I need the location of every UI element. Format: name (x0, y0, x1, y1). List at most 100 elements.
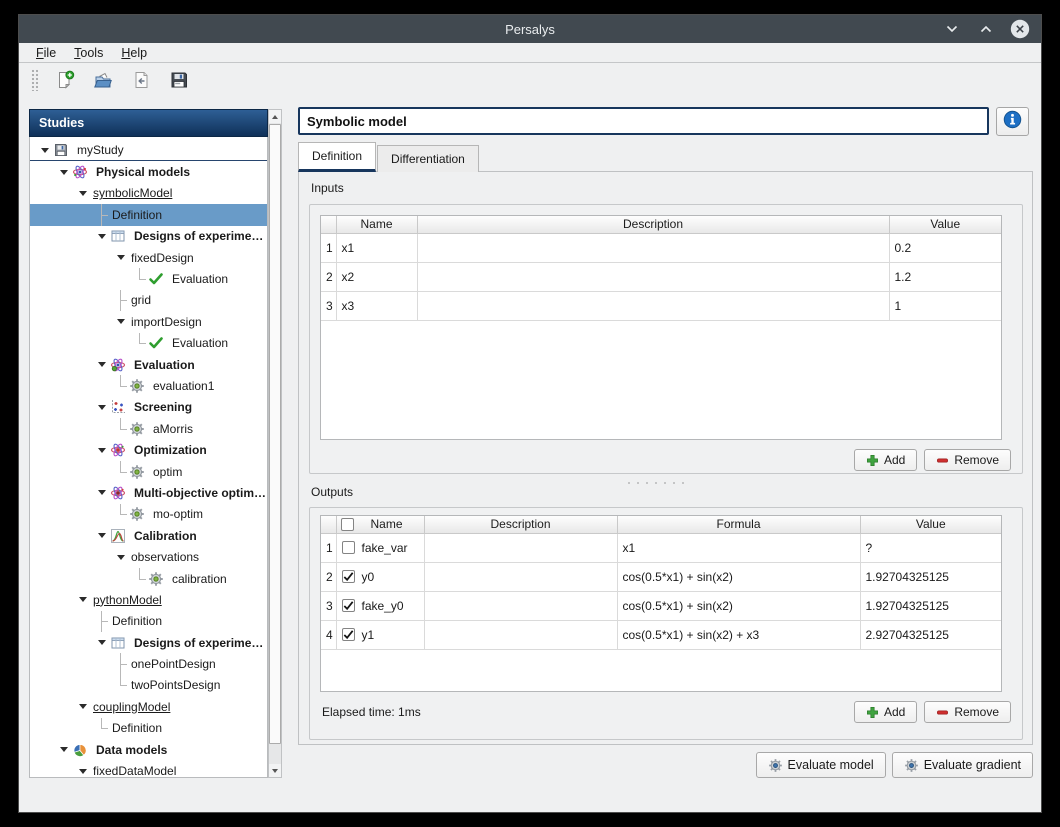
import-script-button[interactable] (128, 67, 154, 93)
tree-item-optim[interactable]: optim (30, 461, 267, 482)
tree-item-data-models[interactable]: Data models (30, 739, 267, 760)
tree-item-onepointdesign[interactable]: onePointDesign (30, 653, 267, 674)
tree-item-multi-objective-optim[interactable]: Multi-objective optim… (30, 482, 267, 503)
input-value-cell[interactable]: 1.2 (889, 262, 1001, 291)
output-checkbox[interactable] (342, 628, 355, 641)
tree-item-symbolicmodel[interactable]: symbolicModel (30, 183, 267, 204)
close-button[interactable] (1009, 18, 1031, 40)
tree-item-observations[interactable]: observations (30, 546, 267, 567)
tree-item-calibration[interactable]: calibration (30, 568, 267, 589)
outputs-add-button[interactable]: Add (854, 701, 917, 723)
tree-scrollbar[interactable] (268, 109, 282, 778)
minimize-button[interactable] (941, 18, 963, 40)
tree-item-pythonmodel[interactable]: pythonModel (30, 589, 267, 610)
input-name-cell[interactable]: x2 (336, 262, 417, 291)
input-description-cell[interactable] (417, 291, 889, 320)
tree-item-evaluation[interactable]: Evaluation (30, 268, 267, 289)
output-formula-cell[interactable]: x1 (617, 533, 860, 562)
tree-item-calibration[interactable]: Calibration (30, 525, 267, 546)
output-value-cell[interactable]: 1.92704325125 (860, 562, 1001, 591)
output-value-cell[interactable]: 2.92704325125 (860, 620, 1001, 649)
info-button[interactable] (996, 107, 1029, 136)
tree-item-couplingmodel[interactable]: couplingModel (30, 696, 267, 717)
tree-item-evaluation1[interactable]: evaluation1 (30, 375, 267, 396)
input-value-cell[interactable]: 0.2 (889, 233, 1001, 262)
tree-item-fixeddesign[interactable]: fixedDesign (30, 247, 267, 268)
output-value-cell[interactable]: ? (860, 533, 1001, 562)
scroll-thumb[interactable] (269, 124, 281, 744)
output-checkbox[interactable] (341, 518, 354, 531)
output-description-cell[interactable] (424, 620, 617, 649)
output-checkbox[interactable] (342, 570, 355, 583)
output-description-cell[interactable] (424, 591, 617, 620)
expander-icon[interactable] (76, 183, 90, 204)
tree-item-designs-of-experime[interactable]: Designs of experime… (30, 226, 267, 247)
new-study-button[interactable] (52, 67, 78, 93)
expander-icon[interactable] (95, 525, 109, 546)
tree-item-optimization[interactable]: Optimization (30, 439, 267, 460)
output-name-cell[interactable]: y1 (336, 620, 424, 649)
expander-icon[interactable] (114, 311, 128, 332)
output-value-cell[interactable]: 1.92704325125 (860, 591, 1001, 620)
open-study-button[interactable] (90, 67, 116, 93)
output-checkbox[interactable] (342, 541, 355, 554)
tree-item-importdesign[interactable]: importDesign (30, 311, 267, 332)
tree-item-mo-optim[interactable]: mo-optim (30, 504, 267, 525)
expander-icon[interactable] (57, 739, 71, 760)
tree-item-definition[interactable]: Definition (30, 204, 267, 225)
output-formula-cell[interactable]: cos(0.5*x1) + sin(x2) (617, 591, 860, 620)
evaluate-gradient-button[interactable]: Evaluate gradient (892, 752, 1033, 778)
expander-icon[interactable] (95, 354, 109, 375)
toolbar-drag-handle[interactable] (31, 69, 38, 91)
evaluate-model-button[interactable]: Evaluate model (756, 752, 886, 778)
tree-item-screening[interactable]: Screening (30, 397, 267, 418)
inputs-remove-button[interactable]: Remove (924, 449, 1011, 471)
output-name-cell[interactable]: fake_y0 (336, 591, 424, 620)
input-description-cell[interactable] (417, 233, 889, 262)
expander-icon[interactable] (95, 439, 109, 460)
tree-item-amorris[interactable]: aMorris (30, 418, 267, 439)
tab-definition[interactable]: Definition (298, 142, 376, 172)
input-value-cell[interactable]: 1 (889, 291, 1001, 320)
output-formula-cell[interactable]: cos(0.5*x1) + sin(x2) (617, 562, 860, 591)
expander-icon[interactable] (57, 161, 71, 182)
menu-tools[interactable]: Tools (65, 44, 112, 62)
tree-item-definition[interactable]: Definition (30, 718, 267, 739)
expander-icon[interactable] (76, 589, 90, 610)
output-name-cell[interactable]: y0 (336, 562, 424, 591)
inputs-outputs-splitter[interactable] (627, 481, 685, 485)
expander-icon[interactable] (38, 140, 52, 160)
input-name-cell[interactable]: x1 (336, 233, 417, 262)
expander-icon[interactable] (95, 226, 109, 247)
expander-icon[interactable] (76, 696, 90, 717)
tree-item-mystudy[interactable]: myStudy (30, 140, 267, 161)
tree-item-evaluation[interactable]: Evaluation (30, 333, 267, 354)
outputs-remove-button[interactable]: Remove (924, 701, 1011, 723)
output-description-cell[interactable] (424, 533, 617, 562)
expander-icon[interactable] (114, 546, 128, 567)
expander-icon[interactable] (95, 397, 109, 418)
maximize-button[interactable] (975, 18, 997, 40)
save-study-button[interactable] (166, 67, 192, 93)
tree-item-definition[interactable]: Definition (30, 611, 267, 632)
tree-item-physical-models[interactable]: Physical models (30, 161, 267, 182)
tree-item-evaluation[interactable]: Evaluation (30, 354, 267, 375)
tree-item-fixeddatamodel[interactable]: fixedDataModel (30, 760, 267, 778)
scroll-up-button[interactable] (269, 110, 281, 123)
tree-item-designs-of-experime[interactable]: Designs of experime… (30, 632, 267, 653)
tree-item-grid[interactable]: grid (30, 290, 267, 311)
tree-item-twopointsdesign[interactable]: twoPointsDesign (30, 675, 267, 696)
tab-differentiation[interactable]: Differentiation (377, 145, 479, 172)
input-description-cell[interactable] (417, 262, 889, 291)
expander-icon[interactable] (95, 482, 109, 503)
expander-icon[interactable] (95, 632, 109, 653)
output-name-cell[interactable]: fake_var (336, 533, 424, 562)
model-name-field[interactable] (298, 107, 989, 135)
expander-icon[interactable] (76, 760, 90, 778)
menu-file[interactable]: File (27, 44, 65, 62)
output-description-cell[interactable] (424, 562, 617, 591)
menu-help[interactable]: Help (112, 44, 156, 62)
expander-icon[interactable] (114, 247, 128, 268)
output-formula-cell[interactable]: cos(0.5*x1) + sin(x2) + x3 (617, 620, 860, 649)
output-checkbox[interactable] (342, 599, 355, 612)
